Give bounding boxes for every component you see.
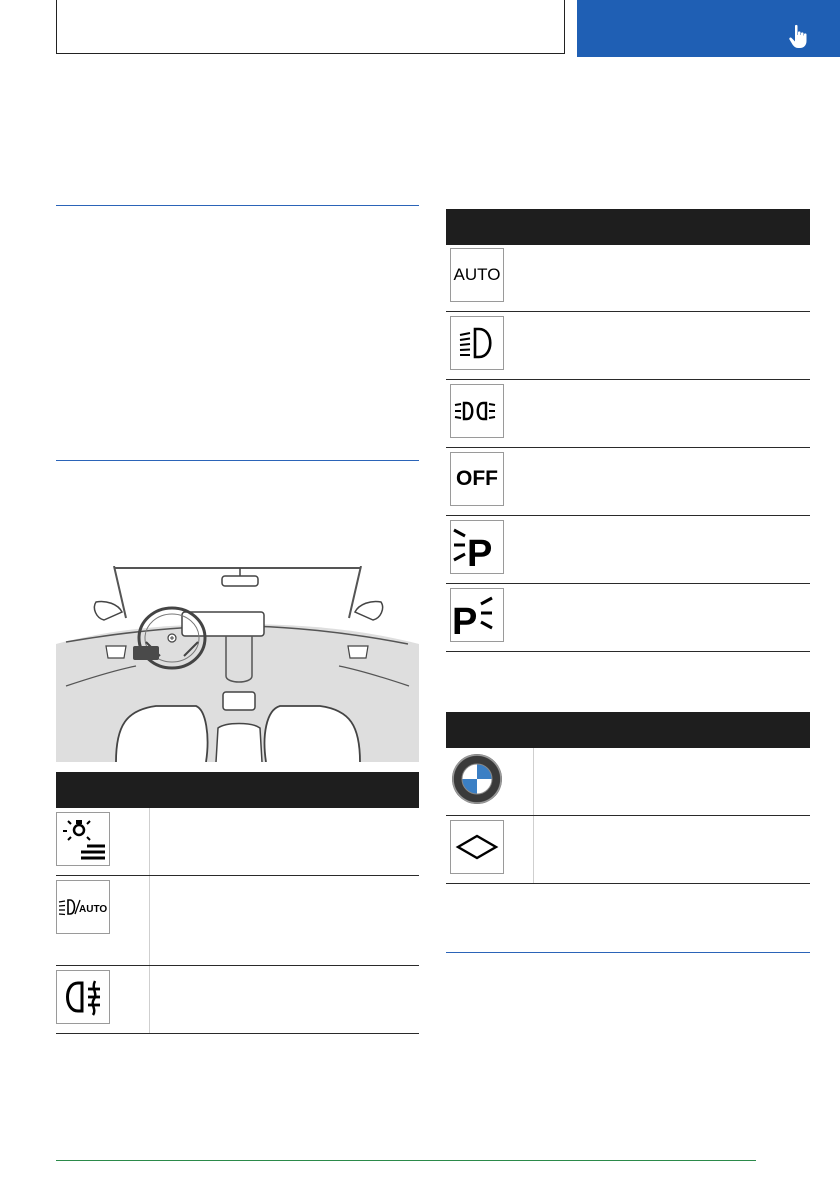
low-beam-icon: [450, 316, 504, 370]
right1-row-divider-1: [446, 311, 810, 312]
right1-row-divider-6: [446, 651, 810, 652]
right2-row-divider-1: [446, 815, 810, 816]
section-rule-3: [446, 952, 810, 953]
right-table-1-header: [446, 209, 810, 245]
parking-light-right-icon: P: [450, 588, 504, 642]
right-table-2-header: [446, 712, 810, 748]
svg-text:AUTO: AUTO: [79, 904, 107, 915]
footer-rule: [56, 1160, 756, 1161]
diamond-icon: [450, 820, 504, 874]
right1-row-divider-2: [446, 379, 810, 380]
section-rule-2: [56, 460, 419, 461]
right1-row-divider-5: [446, 583, 810, 584]
car-interior-illustration: [56, 566, 419, 762]
auto-icon: AUTO: [450, 248, 504, 302]
left-table-divider: [149, 808, 150, 1033]
parking-light-left-icon: P: [450, 520, 504, 574]
headlight-flasher-settings-icon: [56, 812, 110, 866]
right1-row-divider-3: [446, 447, 810, 448]
right2-row-divider-2: [446, 883, 810, 884]
right1-row-divider-4: [446, 515, 810, 516]
chapter-tab[interactable]: [577, 0, 840, 57]
svg-text:P: P: [452, 601, 477, 640]
left-row-divider-3: [56, 1033, 419, 1034]
parking-lights-icon: [450, 384, 504, 438]
left-row-divider-2: [56, 965, 419, 966]
rear-fog-light-icon: [56, 970, 110, 1024]
pointing-hand-icon: [789, 24, 807, 48]
svg-text:P: P: [467, 533, 492, 572]
left-row-divider-1: [56, 875, 419, 876]
section-rule-1: [56, 205, 419, 206]
low-beam-auto-icon: AUTO: [56, 880, 110, 934]
off-icon: OFF: [450, 452, 504, 506]
left-table-header: [56, 772, 419, 808]
bmw-logo-icon: [450, 752, 504, 806]
header-box: [56, 0, 565, 54]
